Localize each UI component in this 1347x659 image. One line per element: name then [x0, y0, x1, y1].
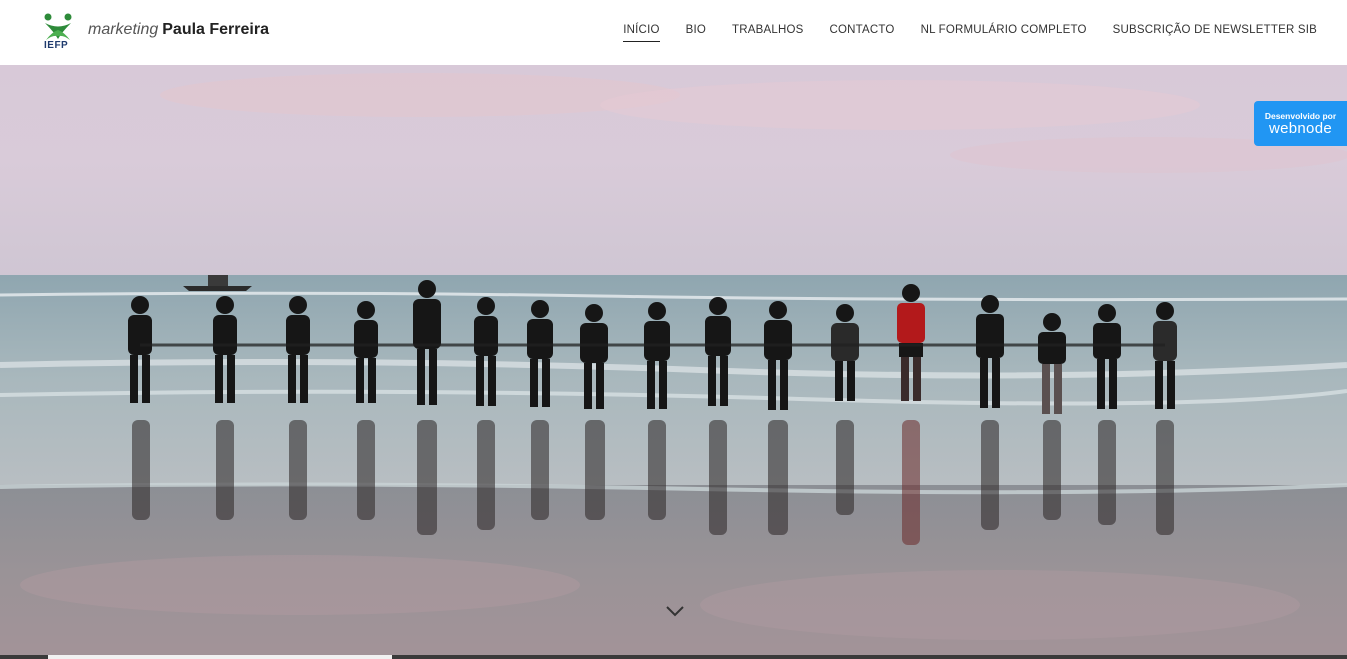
hero-image — [0, 65, 1347, 659]
logo-text: IEFP — [44, 40, 69, 51]
nav-item-inicio[interactable]: INÍCIO — [623, 24, 660, 42]
nav-item-trabalhos[interactable]: TRABALHOS — [732, 24, 803, 42]
bottom-strip-segment — [48, 655, 392, 659]
site-title-strong: Paula Ferreira — [162, 21, 269, 38]
bottom-strip — [0, 655, 1347, 659]
main-nav: INÍCIO BIO TRABALHOS CONTACTO NL FORMULÁ… — [623, 24, 1317, 42]
site-title-light: marketing — [88, 21, 159, 38]
webnode-badge[interactable]: Desenvolvido por webnode — [1254, 101, 1347, 146]
badge-brand-text: webnode — [1269, 120, 1332, 137]
nav-item-nl-formulario[interactable]: NL FORMULÁRIO COMPLETO — [921, 24, 1087, 42]
chevron-down-icon[interactable] — [665, 604, 685, 618]
site-header: IEFP marketing Paula Ferreira INÍCIO BIO … — [0, 0, 1347, 65]
site-title[interactable]: marketing Paula Ferreira — [88, 21, 269, 39]
nav-item-subscricao-newsletter[interactable]: SUBSCRIÇÃO DE NEWSLETTER SIB — [1113, 24, 1317, 42]
hero-photo — [0, 65, 1347, 659]
nav-item-bio[interactable]: BIO — [686, 24, 706, 42]
nav-item-contacto[interactable]: CONTACTO — [830, 24, 895, 42]
